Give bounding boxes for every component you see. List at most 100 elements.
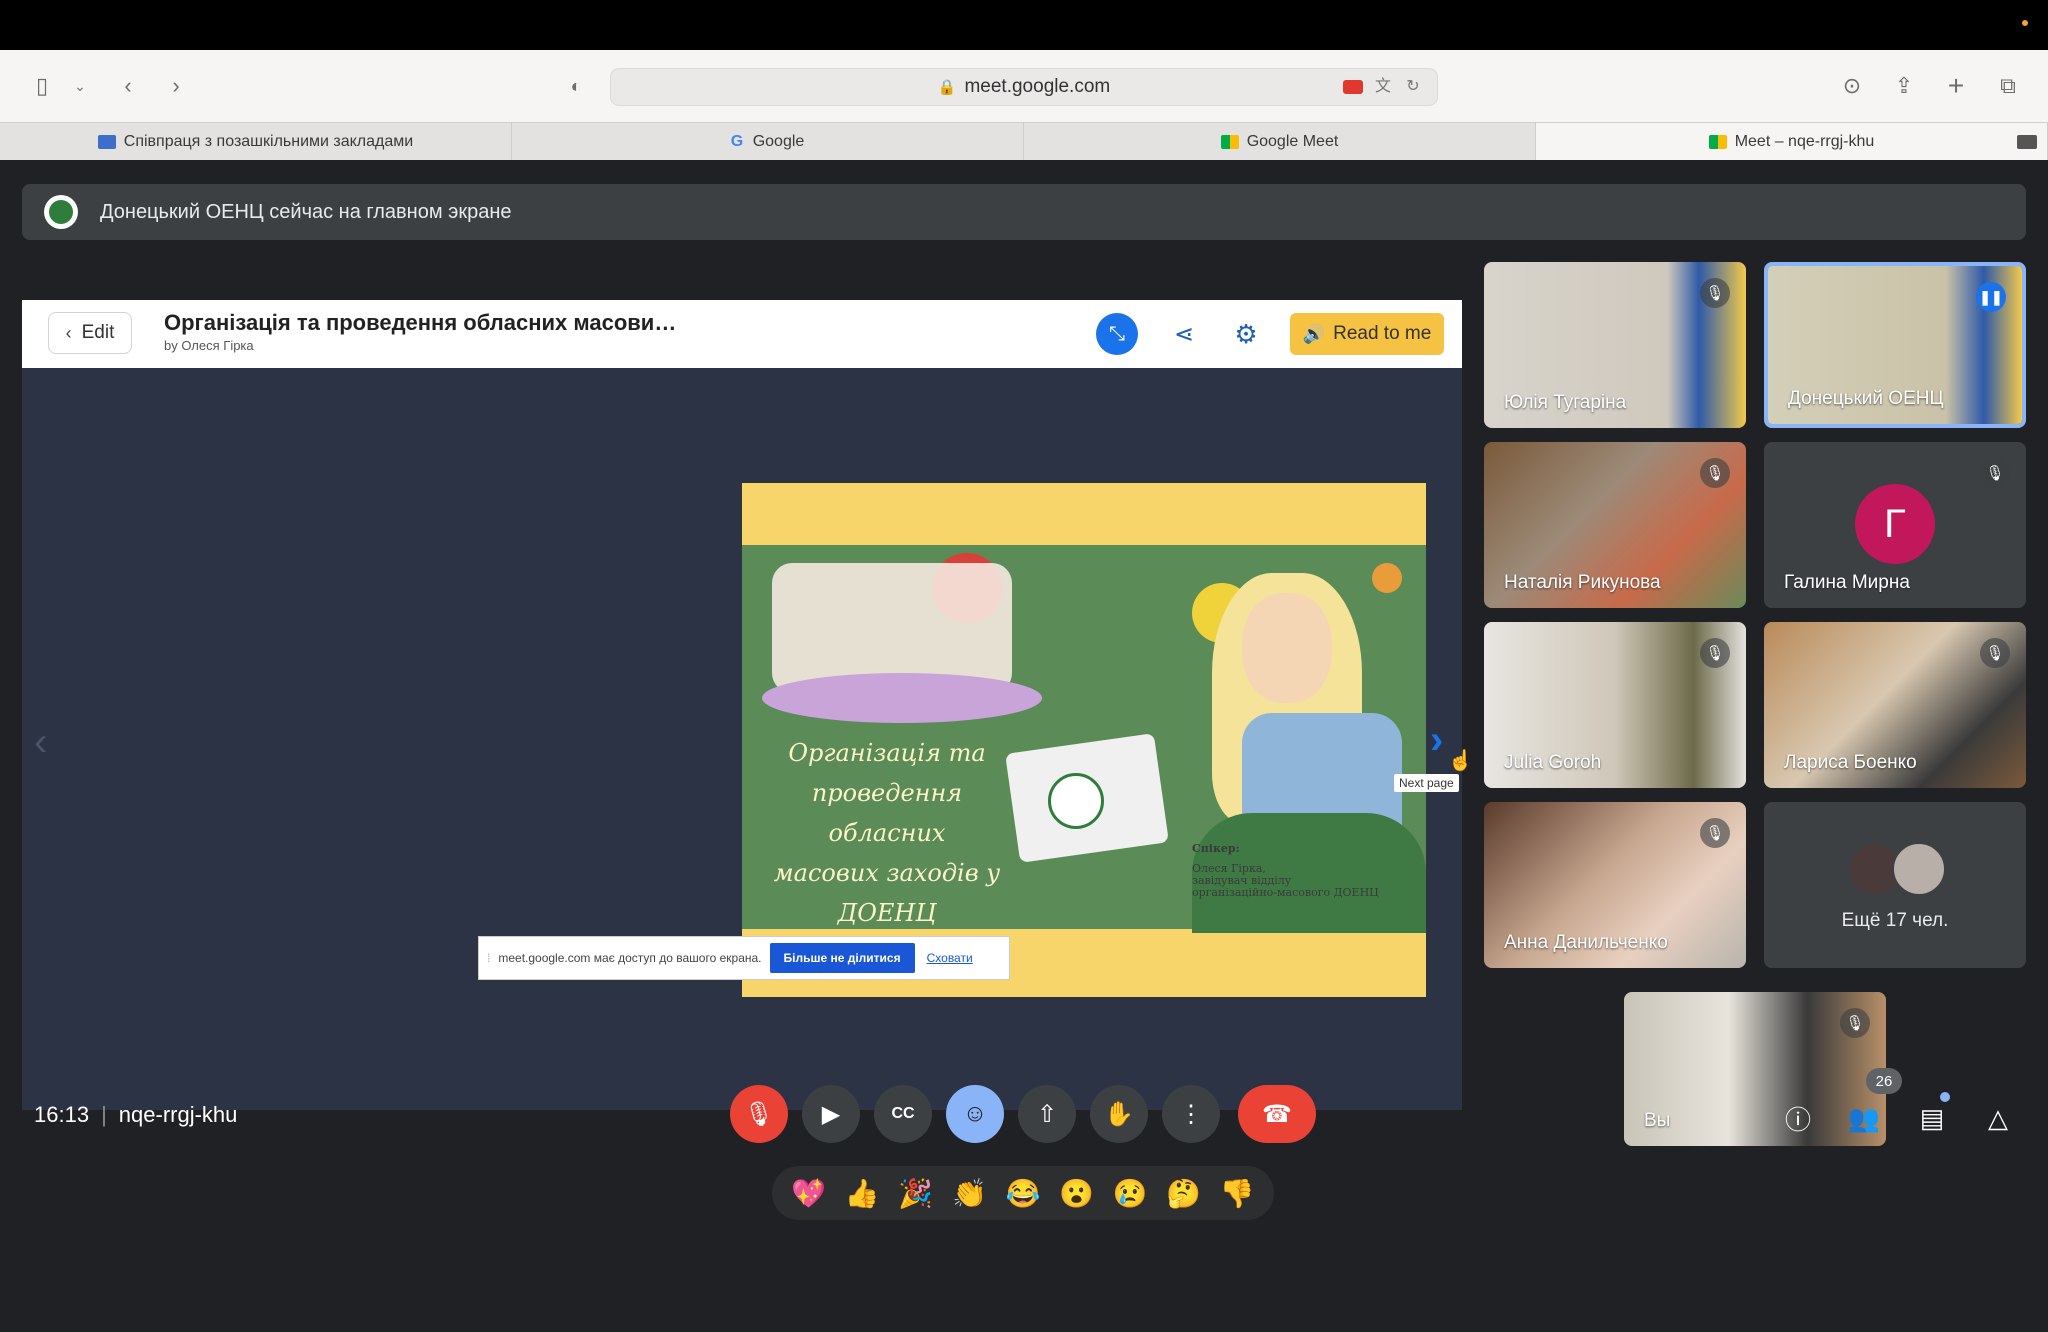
mic-off-icon: 🎙: [1980, 638, 2010, 668]
reaction-laugh-icon[interactable]: 😂: [1006, 1177, 1041, 1210]
reactions-bar: 💖 👍 🎉 👏 😂 😮 😢 🤔 👎: [772, 1166, 1274, 1220]
meet-favicon-icon: [1708, 134, 1727, 149]
participant-tile[interactable]: 🎙 Анна Данильченко: [1484, 802, 1746, 968]
edit-button[interactable]: ‹ Edit: [48, 312, 132, 354]
info-icon: ⓘ: [1784, 1104, 1811, 1135]
participant-tile-active-speaker[interactable]: ❚❚ Донецький ОЕНЦ: [1764, 262, 2026, 428]
previous-page-icon[interactable]: ‹: [34, 720, 47, 765]
main-screen-banner: Донецький ОЕНЦ сейчас на главном экране: [22, 184, 2026, 240]
hand-icon: ✋: [1104, 1100, 1134, 1128]
participant-name: Вы: [1644, 1110, 1671, 1131]
camera-in-use-icon[interactable]: [1343, 80, 1363, 94]
privacy-shield-icon[interactable]: ◐: [558, 68, 594, 104]
more-participants-tile[interactable]: Ещё 17 чел.: [1764, 802, 2026, 968]
participant-tile[interactable]: 🎙 Лариса Боенко: [1764, 622, 2026, 788]
share-icon[interactable]: ⇪: [1886, 68, 1922, 104]
sidebar-toggle-icon[interactable]: ▯: [24, 68, 60, 104]
address-bar[interactable]: 🔒 meet.google.com 文 ↻: [610, 68, 1438, 106]
slide-title-line: проведення обласних: [811, 779, 963, 847]
leave-call-button[interactable]: ☎: [1238, 1085, 1316, 1143]
slide-speaker: Спікер: Олеся Гірка, завідувач відділу о…: [1192, 843, 1412, 899]
reaction-clap-icon[interactable]: 👏: [952, 1177, 987, 1210]
stop-sharing-button[interactable]: Більше не ділитися: [769, 943, 915, 973]
drag-handle-icon[interactable]: ⁞: [487, 951, 490, 965]
more-options-button[interactable]: ⋮: [1162, 1085, 1220, 1143]
reload-icon[interactable]: ↻: [1403, 77, 1423, 97]
exit-fullscreen-icon[interactable]: ⤡: [1096, 313, 1138, 355]
share-bar-text: meet.google.com має доступ до вашого екр…: [498, 951, 762, 965]
reaction-heart-icon[interactable]: 💖: [791, 1177, 826, 1210]
camera-button[interactable]: ▶: [802, 1085, 860, 1143]
translate-icon[interactable]: 文: [1373, 77, 1393, 97]
read-to-me-button[interactable]: 🔊 Read to me: [1290, 313, 1444, 355]
downloads-icon[interactable]: ⊙: [1834, 68, 1870, 104]
phone-hangup-icon: ☎: [1262, 1100, 1292, 1128]
table-illustration: [762, 673, 1042, 723]
tab-google[interactable]: G Google: [512, 123, 1024, 160]
reaction-thinking-icon[interactable]: 🤔: [1166, 1177, 1201, 1210]
next-page-icon[interactable]: ›: [1430, 718, 1443, 763]
forward-icon[interactable]: ›: [158, 68, 194, 104]
speaker-icon: 🔊: [1302, 323, 1326, 344]
mic-off-icon: 🎙: [1700, 278, 1730, 308]
tab-meet-call[interactable]: Meet – nqe-rrgj-khu: [1536, 123, 2048, 160]
participant-name: Julia Goroh: [1504, 752, 1602, 773]
participant-tile[interactable]: Г 🎙 Галина Мирна: [1764, 442, 2026, 608]
reaction-sad-icon[interactable]: 😢: [1113, 1177, 1148, 1210]
meeting-code: nqe-rrgj-khu: [118, 1102, 238, 1127]
raise-hand-button[interactable]: ✋: [1090, 1085, 1148, 1143]
participant-tile[interactable]: 🎙 Наталія Рикунова: [1484, 442, 1746, 608]
presentation-author: by Олеся Гірка: [164, 338, 254, 353]
reaction-party-icon[interactable]: 🎉: [898, 1177, 933, 1210]
doenc-logo-icon: [1048, 773, 1104, 829]
slide-title-line: Організація та: [788, 739, 986, 767]
chevron-down-icon[interactable]: ⌄: [62, 68, 98, 104]
captions-button[interactable]: CC: [874, 1085, 932, 1143]
flag-favicon-icon: [97, 134, 116, 149]
meeting-details-button[interactable]: ⓘ: [1778, 1098, 1818, 1138]
mic-off-icon: 🎙: [1700, 458, 1730, 488]
slide-title-line: ДОЕНЦ: [837, 899, 937, 927]
presentation-title: Організація та проведення обласних масов…: [164, 310, 677, 335]
video-camera-icon: ▶: [821, 1100, 841, 1128]
presentation-header: ‹ Edit Організація та проведення обласни…: [22, 300, 1462, 368]
clock-time: 16:13: [34, 1102, 90, 1127]
reaction-surprised-icon[interactable]: 😮: [1059, 1177, 1094, 1210]
slide-image: Організація та проведення обласних масов…: [742, 483, 1426, 997]
microphone-button[interactable]: 🎙: [730, 1085, 788, 1143]
meeting-info: 16:13 | nqe-rrgj-khu: [34, 1102, 237, 1128]
lock-icon: 🔒: [937, 79, 957, 96]
edit-label: Edit: [81, 322, 115, 343]
meet-favicon-icon: [1220, 134, 1239, 149]
reaction-thumbs-up-icon[interactable]: 👍: [845, 1177, 880, 1210]
back-icon[interactable]: ‹: [110, 68, 146, 104]
participant-name: Донецький ОЕНЦ: [1788, 388, 1944, 409]
chat-button[interactable]: ▤: [1912, 1098, 1952, 1138]
tab-label: Google Meet: [1246, 132, 1339, 150]
browser-toolbar: ▯ ⌄ ‹ › ◐ 🔒 meet.google.com 文 ↻ ⊙ ⇪ + ⧉: [0, 50, 2048, 122]
chat-notification-dot: [1940, 1092, 1950, 1102]
share-icon[interactable]: ⋖: [1166, 316, 1202, 352]
tab-overview-icon[interactable]: ⧉: [1990, 68, 2026, 104]
present-screen-button[interactable]: ⇧: [1018, 1085, 1076, 1143]
orange-flower: [1372, 563, 1402, 593]
avatar: Г: [1855, 484, 1935, 564]
people-button[interactable]: 👥: [1844, 1098, 1884, 1138]
more-participants-label: Ещё 17 чел.: [1841, 910, 1949, 931]
emoji-button[interactable]: ☺: [946, 1085, 1004, 1143]
hide-link[interactable]: Сховати: [927, 951, 973, 965]
participant-tile[interactable]: 🎙 Julia Goroh: [1484, 622, 1746, 788]
participant-tile[interactable]: 🎙 Юлія Тугаріна: [1484, 262, 1746, 428]
mic-off-icon: 🎙: [1840, 1008, 1870, 1038]
participant-name: Анна Данильченко: [1504, 932, 1668, 953]
activities-button[interactable]: △: [1978, 1098, 2018, 1138]
tab-spivpratsia[interactable]: Співпраця з позашкільними закладами: [0, 123, 512, 160]
mic-off-icon: 🎙: [1980, 458, 2010, 488]
organization-logo-icon: [44, 195, 78, 229]
people-icon: 👥: [1847, 1102, 1881, 1133]
reaction-thumbs-down-icon[interactable]: 👎: [1220, 1177, 1255, 1210]
settings-gear-icon[interactable]: ⚙: [1228, 316, 1264, 352]
new-tab-icon[interactable]: +: [1938, 68, 1974, 104]
meet-stage: Донецький ОЕНЦ сейчас на главном экране …: [0, 160, 2048, 1332]
tab-google-meet[interactable]: Google Meet: [1024, 123, 1536, 160]
